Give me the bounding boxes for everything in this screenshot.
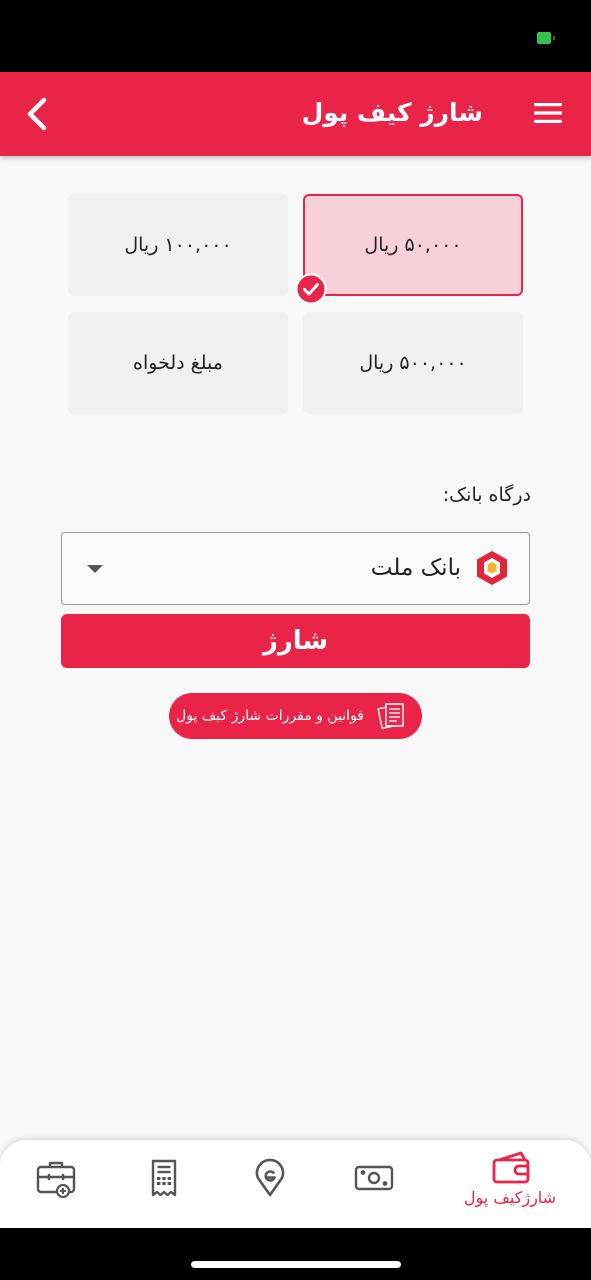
amount-label: ۵۰۰,۰۰۰ ریال	[359, 352, 467, 374]
amount-option-500000[interactable]: ۵۰۰,۰۰۰ ریال	[303, 312, 523, 414]
nav-item-wallet-charge[interactable]: شارژکیف پول	[440, 1140, 591, 1228]
nav-item-location[interactable]	[236, 1140, 300, 1228]
amount-label: ۱۰۰,۰۰۰ ریال	[124, 234, 232, 256]
dropdown-caret-icon	[87, 565, 103, 573]
wallet-icon	[492, 1151, 530, 1184]
page-title: شارژ کیف پول	[301, 98, 483, 127]
rules-button-label: قوانین و مقررات شارژ کیف پول	[176, 708, 364, 724]
check-icon	[295, 273, 327, 305]
location-pin-icon	[255, 1158, 285, 1197]
charge-button-label: شارژ	[262, 626, 329, 656]
charge-button[interactable]: شارژ	[61, 614, 530, 668]
menu-icon[interactable]	[533, 98, 563, 128]
receipt-icon	[151, 1159, 177, 1197]
app-bar: شارژ کیف پول	[0, 72, 591, 156]
back-arrow-icon[interactable]	[20, 94, 56, 134]
cash-icon	[354, 1165, 394, 1191]
bank-gateway-label: درگاه بانک:	[442, 484, 531, 506]
amount-option-100000[interactable]: ۱۰۰,۰۰۰ ریال	[68, 194, 288, 296]
amount-label: ۵۰,۰۰۰ ریال	[364, 234, 462, 256]
nav-item-services[interactable]	[22, 1140, 86, 1228]
bank-mellat-logo-icon	[477, 551, 507, 585]
system-bottom-bar	[0, 1228, 591, 1280]
bottom-navigation: شارژکیف پول	[0, 1140, 591, 1228]
amount-option-50000[interactable]: ۵۰,۰۰۰ ریال	[303, 194, 523, 296]
nav-item-cash[interactable]	[340, 1140, 410, 1228]
battery-icon	[537, 32, 555, 44]
status-bar	[0, 0, 591, 72]
nav-label-wallet-charge: شارژکیف پول	[463, 1188, 557, 1207]
amount-option-custom[interactable]: مبلغ دلخواه	[68, 312, 288, 414]
selected-bank-name: بانک ملت	[370, 555, 461, 581]
home-indicator[interactable]	[191, 1261, 401, 1268]
amount-label: مبلغ دلخواه	[133, 352, 223, 374]
bank-select[interactable]: بانک ملت	[61, 532, 530, 605]
briefcase-add-icon	[36, 1161, 76, 1198]
wallet-rules-button[interactable]: قوانین و مقررات شارژ کیف پول	[169, 693, 422, 739]
nav-item-receipt[interactable]	[130, 1140, 194, 1228]
documents-icon	[377, 703, 404, 730]
